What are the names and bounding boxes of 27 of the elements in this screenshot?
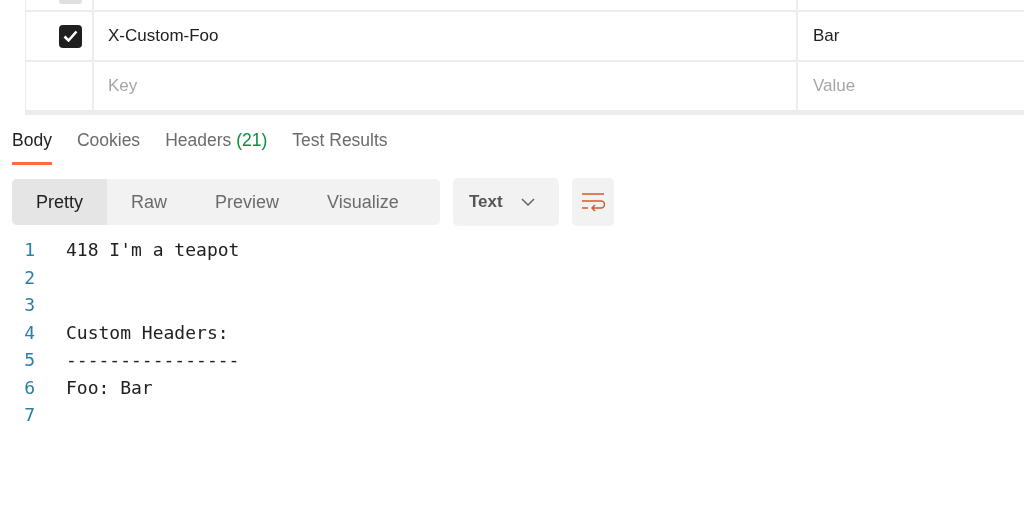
checkbox[interactable] <box>59 24 82 48</box>
line-number: 2 <box>23 266 36 288</box>
response-tab[interactable]: Headers (21) <box>165 129 268 165</box>
header-key[interactable]: X-Custom-Foo <box>108 26 219 46</box>
line-number: 7 <box>23 404 36 426</box>
wrap-lines-icon <box>581 192 605 212</box>
response-tab[interactable]: Body <box>12 129 52 165</box>
format-dropdown[interactable]: Text <box>453 178 559 226</box>
code-line: ---------------- <box>66 349 240 371</box>
line-number: 3 <box>23 294 36 316</box>
line-number: 1 <box>23 239 36 261</box>
code-line: Foo: Bar <box>66 376 153 398</box>
response-tab[interactable]: Test Results <box>292 129 388 165</box>
line-number: 4 <box>23 321 36 343</box>
response-tab[interactable]: Cookies <box>76 129 141 165</box>
line-number: 5 <box>23 349 36 371</box>
wrap-lines-button[interactable] <box>572 178 614 226</box>
view-mode-tab[interactable]: Preview <box>191 179 304 225</box>
code-line: 418 I'm a teapot <box>66 239 240 261</box>
view-mode-tab[interactable]: Visualize <box>303 179 423 225</box>
code-line: Custom Headers: <box>66 321 229 343</box>
view-mode-tab[interactable]: Raw <box>107 179 192 225</box>
view-mode-tab[interactable]: Pretty <box>12 179 107 225</box>
checkmark-icon <box>63 30 78 42</box>
chevron-down-icon <box>520 198 535 206</box>
line-number: 6 <box>23 376 36 398</box>
header-value[interactable]: Bar <box>813 26 840 46</box>
